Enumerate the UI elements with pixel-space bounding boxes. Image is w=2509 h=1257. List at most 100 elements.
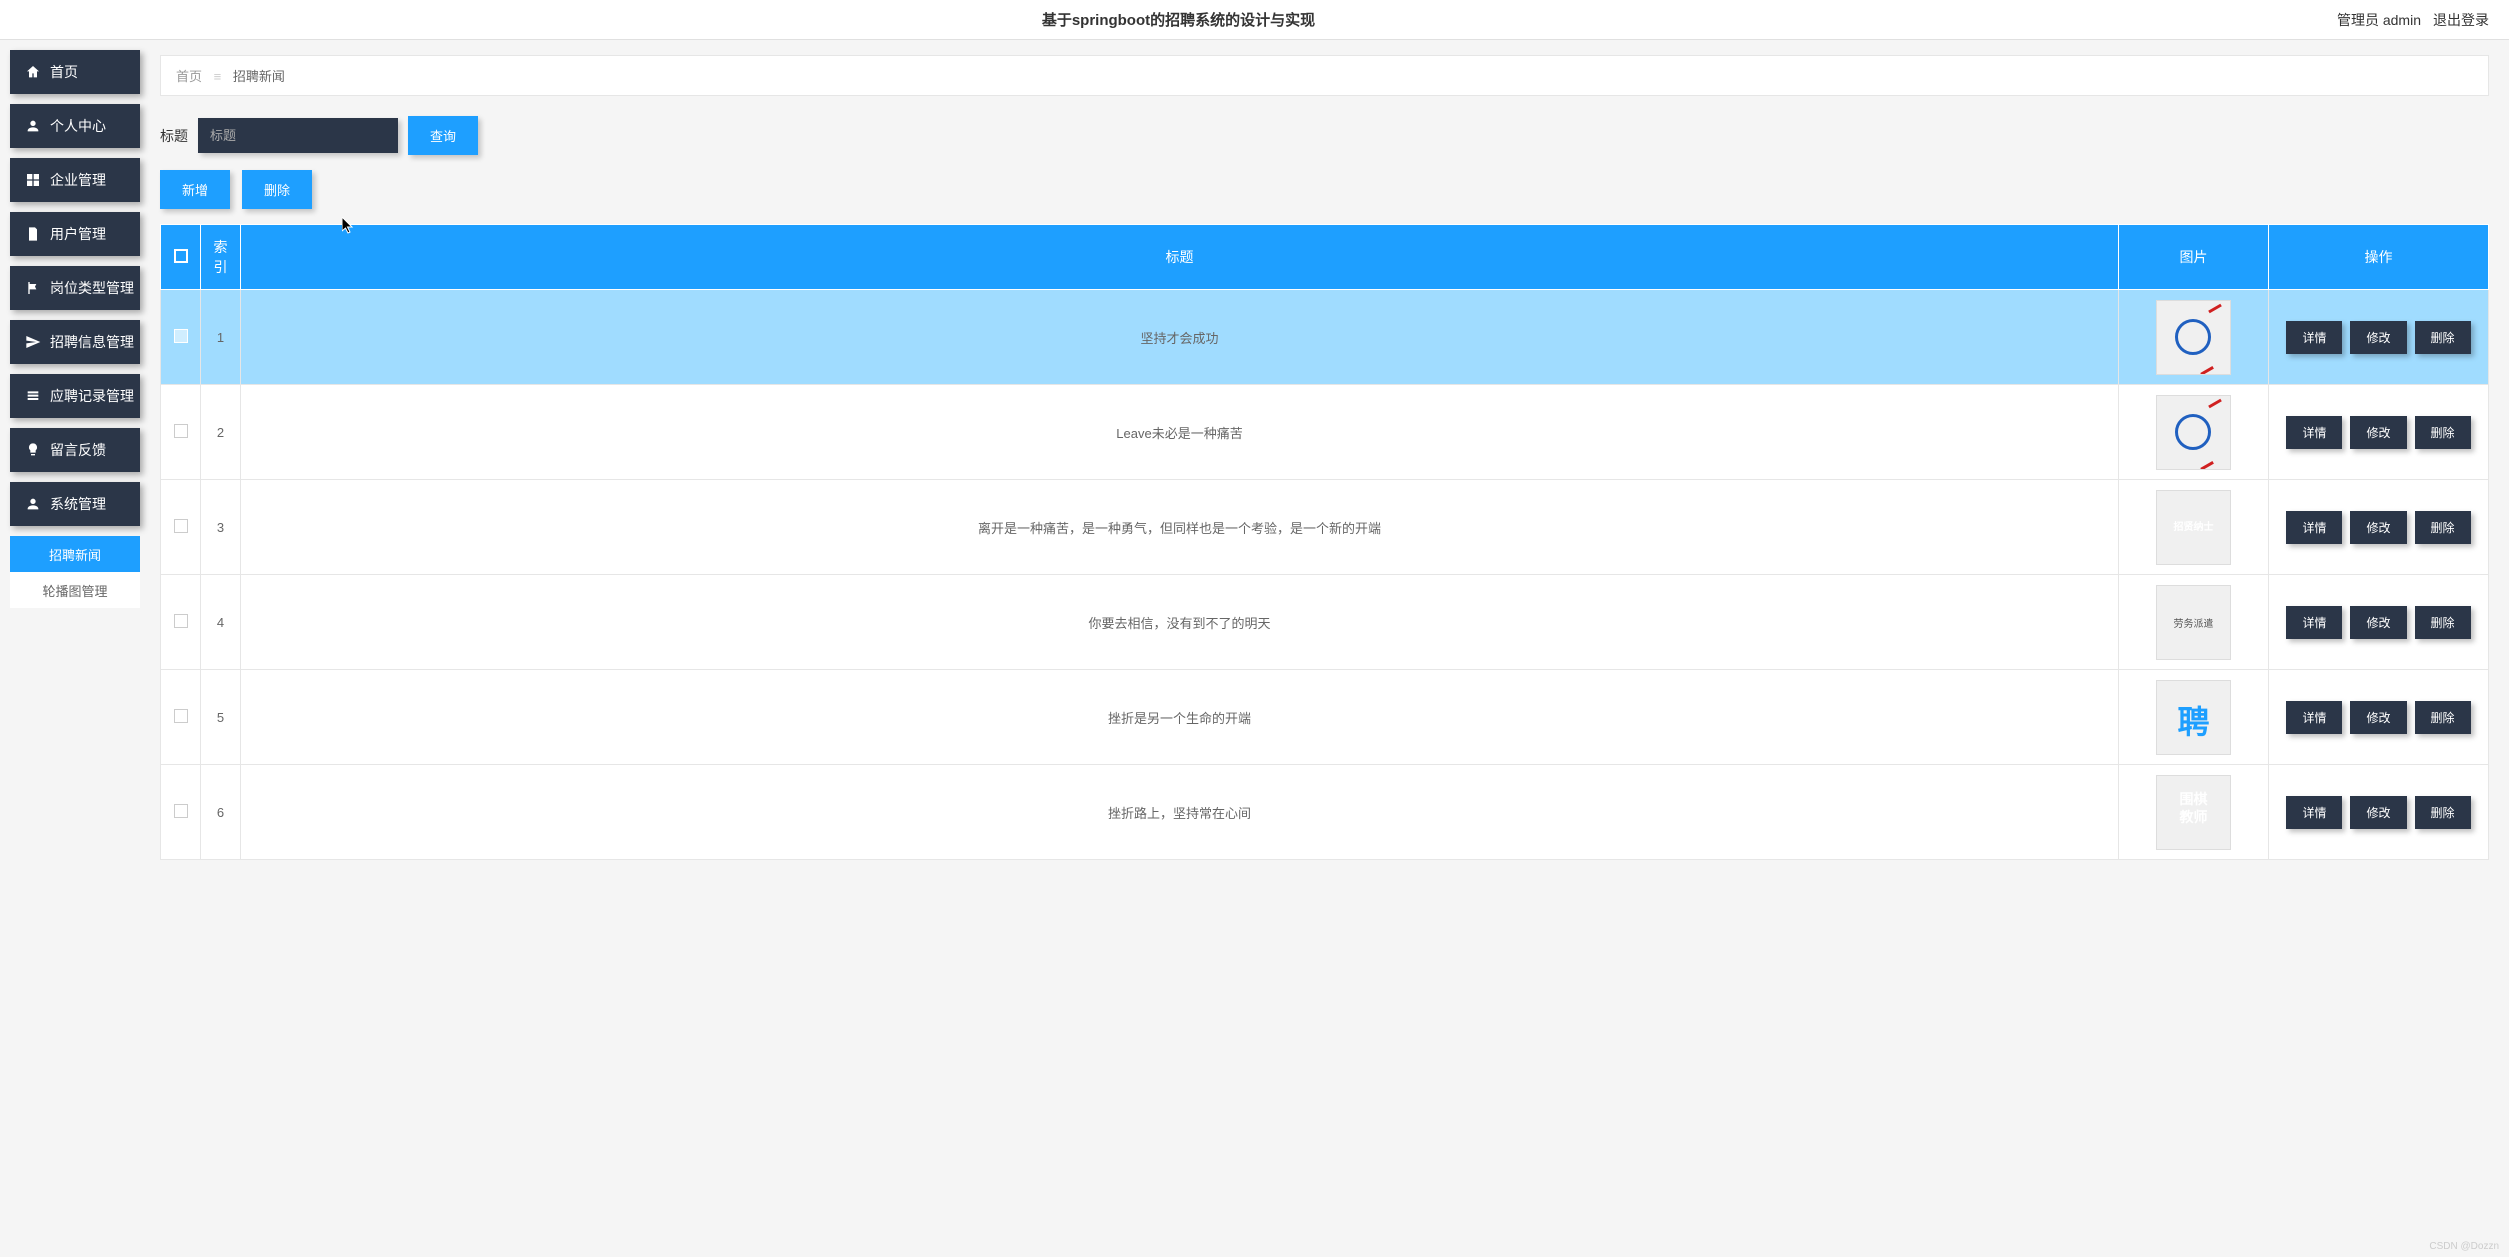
breadcrumb-current: 招聘新闻 [233, 69, 285, 84]
nav-home[interactable]: 首页 [10, 50, 140, 94]
sidebar: 首页 个人中心 企业管理 用户管理 岗位类型管理 招聘信息管理 应聘记录管理 [0, 40, 140, 875]
thumbnail[interactable] [2156, 395, 2231, 470]
nav-label: 应聘记录管理 [50, 386, 134, 406]
user-icon [25, 118, 41, 134]
thumbnail[interactable] [2156, 585, 2231, 660]
table-row: 4 你要去相信，没有到不了的明天 详情 修改 删除 [161, 575, 2489, 670]
subnav-news[interactable]: 招聘新闻 [10, 536, 140, 572]
th-op: 操作 [2269, 225, 2489, 290]
cell-image [2119, 670, 2269, 765]
delete-button[interactable]: 删除 [2415, 321, 2471, 354]
nav-company[interactable]: 企业管理 [10, 158, 140, 202]
cell-index: 4 [201, 575, 241, 670]
row-checkbox[interactable] [174, 804, 188, 818]
th-check [161, 225, 201, 290]
cell-index: 5 [201, 670, 241, 765]
search-input[interactable] [198, 118, 398, 153]
delete-button[interactable]: 删除 [2415, 606, 2471, 639]
nav-label: 首页 [50, 62, 78, 82]
add-button[interactable]: 新增 [160, 170, 230, 209]
cell-op: 详情 修改 删除 [2269, 765, 2489, 860]
doc-icon [25, 226, 41, 242]
edit-button[interactable]: 修改 [2350, 796, 2406, 829]
detail-button[interactable]: 详情 [2286, 701, 2342, 734]
cell-op: 详情 修改 删除 [2269, 575, 2489, 670]
edit-button[interactable]: 修改 [2350, 511, 2406, 544]
delete-button[interactable]: 删除 [2415, 511, 2471, 544]
nav-feedback[interactable]: 留言反馈 [10, 428, 140, 472]
thumbnail[interactable] [2156, 680, 2231, 755]
logout-link[interactable]: 退出登录 [2433, 10, 2489, 30]
cell-op: 详情 修改 删除 [2269, 670, 2489, 765]
detail-button[interactable]: 详情 [2286, 416, 2342, 449]
detail-button[interactable]: 详情 [2286, 321, 2342, 354]
row-checkbox[interactable] [174, 519, 188, 533]
nav-recruit-info[interactable]: 招聘信息管理 [10, 320, 140, 364]
edit-button[interactable]: 修改 [2350, 416, 2406, 449]
detail-button[interactable]: 详情 [2286, 606, 2342, 639]
th-image: 图片 [2119, 225, 2269, 290]
watermark: CSDN @Dozzn [2429, 1241, 2499, 1252]
nav-position-type[interactable]: 岗位类型管理 [10, 266, 140, 310]
subnav-carousel[interactable]: 轮播图管理 [10, 572, 140, 608]
check-all[interactable] [174, 249, 188, 263]
delete-button[interactable]: 删除 [2415, 416, 2471, 449]
row-checkbox[interactable] [174, 709, 188, 723]
table-row: 2 Leave未必是一种痛苦 详情 修改 删除 [161, 385, 2489, 480]
main-content: 首页 ≡ 招聘新闻 标题 查询 新增 删除 索引 标题 图片 操作 [140, 40, 2509, 875]
delete-batch-button[interactable]: 删除 [242, 170, 312, 209]
nav-apply-record[interactable]: 应聘记录管理 [10, 374, 140, 418]
row-checkbox[interactable] [174, 329, 188, 343]
edit-button[interactable]: 修改 [2350, 606, 2406, 639]
data-table: 索引 标题 图片 操作 1 坚持才会成功 详情 修改 删除 2 Leave未必是… [160, 224, 2489, 860]
cell-title: 坚持才会成功 [241, 290, 2119, 385]
nav-users[interactable]: 用户管理 [10, 212, 140, 256]
home-icon [25, 64, 41, 80]
th-index: 索引 [201, 225, 241, 290]
header-right: 管理员 admin 退出登录 [2337, 10, 2489, 30]
delete-button[interactable]: 删除 [2415, 701, 2471, 734]
table-row: 5 挫折是另一个生命的开端 详情 修改 删除 [161, 670, 2489, 765]
app-title: 基于springboot的招聘系统的设计与实现 [20, 9, 2337, 30]
nav-label: 留言反馈 [50, 440, 106, 460]
breadcrumb-home[interactable]: 首页 [176, 69, 202, 84]
row-checkbox[interactable] [174, 614, 188, 628]
send-icon [25, 334, 41, 350]
thumbnail[interactable] [2156, 300, 2231, 375]
cell-title: Leave未必是一种痛苦 [241, 385, 2119, 480]
cell-op: 详情 修改 删除 [2269, 290, 2489, 385]
cell-title: 挫折路上，坚持常在心间 [241, 765, 2119, 860]
nav-label: 岗位类型管理 [50, 278, 134, 298]
cell-index: 1 [201, 290, 241, 385]
search-label: 标题 [160, 126, 188, 146]
table-row: 6 挫折路上，坚持常在心间 详情 修改 删除 [161, 765, 2489, 860]
nav-label: 企业管理 [50, 170, 106, 190]
flag-icon [25, 280, 41, 296]
edit-button[interactable]: 修改 [2350, 321, 2406, 354]
table-row: 1 坚持才会成功 详情 修改 删除 [161, 290, 2489, 385]
detail-button[interactable]: 详情 [2286, 796, 2342, 829]
nav-system[interactable]: 系统管理 [10, 482, 140, 526]
nav-label: 系统管理 [50, 494, 106, 514]
th-title: 标题 [241, 225, 2119, 290]
search-button[interactable]: 查询 [408, 116, 478, 155]
delete-button[interactable]: 删除 [2415, 796, 2471, 829]
nav-personal[interactable]: 个人中心 [10, 104, 140, 148]
thumbnail[interactable] [2156, 490, 2231, 565]
row-checkbox[interactable] [174, 424, 188, 438]
table-row: 3 离开是一种痛苦，是一种勇气，但同样也是一个考验，是一个新的开端 详情 修改 … [161, 480, 2489, 575]
cell-image [2119, 290, 2269, 385]
detail-button[interactable]: 详情 [2286, 511, 2342, 544]
cell-index: 2 [201, 385, 241, 480]
top-header: 基于springboot的招聘系统的设计与实现 管理员 admin 退出登录 [0, 0, 2509, 40]
cell-op: 详情 修改 删除 [2269, 385, 2489, 480]
cell-image [2119, 575, 2269, 670]
user-role-label[interactable]: 管理员 admin [2337, 10, 2421, 30]
subnav-label: 轮播图管理 [42, 581, 107, 600]
user-icon [25, 496, 41, 512]
breadcrumb-sep: ≡ [214, 69, 222, 84]
edit-button[interactable]: 修改 [2350, 701, 2406, 734]
grid-icon [25, 172, 41, 188]
thumbnail[interactable] [2156, 775, 2231, 850]
cell-image [2119, 765, 2269, 860]
